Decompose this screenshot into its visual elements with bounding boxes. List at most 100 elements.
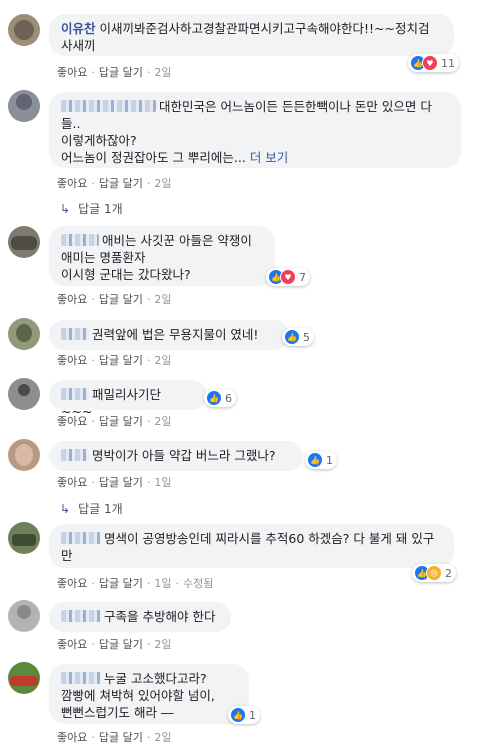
- timestamp[interactable]: 2일: [154, 638, 171, 651]
- reaction-count: 1: [249, 708, 256, 722]
- view-replies-link[interactable]: ↳ 답글 1개: [60, 500, 123, 517]
- comment-text-line: 누굴 고소했다고라?: [104, 671, 207, 686]
- reaction-count: 5: [303, 330, 310, 344]
- avatar[interactable]: [8, 14, 40, 46]
- comment-text-line: 이시형 군대는 갔다왔나?: [61, 267, 191, 282]
- like-reaction-icon: 👍: [307, 452, 323, 468]
- comment-text: 명색이 공영방송인데 찌라시를 추적60 하겠슴? 다 불게 돼 있구만: [61, 531, 435, 563]
- reaction-count: 6: [225, 391, 232, 405]
- like-link[interactable]: 좋아요: [57, 177, 87, 190]
- comment-actions: 좋아요 · 답글 달기 · 2일: [57, 731, 172, 744]
- like-link[interactable]: 좋아요: [57, 66, 87, 79]
- comment-text: 이새끼봐준검사하고경찰관파면시키고구속해야한다!!~~정치검사새끼: [61, 21, 430, 53]
- blurred-author-name[interactable]: [61, 100, 156, 112]
- blurred-author-name[interactable]: [61, 388, 89, 400]
- avatar[interactable]: [8, 439, 40, 471]
- like-link[interactable]: 좋아요: [57, 731, 87, 744]
- comment-actions: 좋아요 · 답글 달기 · 1일 · 수정됨: [57, 577, 214, 590]
- comment-text-line: 깜빵에 쳐박혀 있어야할 넘이,: [61, 688, 215, 703]
- comment-text-line: 애비는 사깃꾼 아들은 약쟁이: [102, 233, 252, 248]
- timestamp[interactable]: 2일: [154, 293, 171, 306]
- blurred-author-name[interactable]: [61, 672, 101, 684]
- reply-link[interactable]: 답글 달기: [99, 476, 143, 489]
- comment-text-line: 애미는 명품환자: [61, 250, 146, 265]
- reaction-count: 7: [299, 270, 306, 284]
- comment-actions: 좋아요 · 답글 달기 · 2일: [57, 415, 172, 428]
- reply-link[interactable]: 답글 달기: [99, 415, 143, 428]
- like-link[interactable]: 좋아요: [57, 415, 87, 428]
- blurred-author-name[interactable]: [61, 449, 89, 461]
- timestamp[interactable]: 2일: [154, 415, 171, 428]
- reaction-summary[interactable]: 👍 6: [204, 389, 236, 407]
- comment-actions: 좋아요 · 답글 달기 · 2일: [57, 66, 172, 79]
- comment-bubble: 이유찬 이새끼봐준검사하고경찰관파면시키고구속해야한다!!~~정치검사새끼: [49, 14, 454, 56]
- comment-bubble: 누굴 고소했다고라? 깜빵에 쳐박혀 있어야할 넘이, 뻔뻔스럽기도 해라 ―: [49, 664, 249, 724]
- comment-bubble: 명박이가 아들 약갑 버느라 그랬나?: [49, 441, 303, 471]
- like-link[interactable]: 좋아요: [57, 293, 87, 306]
- avatar[interactable]: [8, 662, 40, 694]
- avatar[interactable]: [8, 378, 40, 410]
- like-link[interactable]: 좋아요: [57, 476, 87, 489]
- reply-link[interactable]: 답글 달기: [99, 177, 143, 190]
- like-reaction-icon: 👍: [284, 329, 300, 345]
- comment-text: 권력앞에 법은 무용지물이 였네!: [92, 327, 259, 342]
- reaction-count: 2: [445, 566, 452, 580]
- reaction-summary[interactable]: 👍 1: [305, 451, 337, 469]
- like-link[interactable]: 좋아요: [57, 638, 87, 651]
- avatar[interactable]: [8, 522, 40, 554]
- reply-arrow-icon: ↳: [60, 202, 71, 216]
- timestamp[interactable]: 1일: [154, 577, 171, 590]
- like-link[interactable]: 좋아요: [57, 354, 87, 367]
- like-reaction-icon: 👍: [206, 390, 222, 406]
- reply-count: 답글 1개: [78, 502, 123, 516]
- blurred-author-name[interactable]: [61, 610, 101, 622]
- timestamp[interactable]: 2일: [154, 731, 171, 744]
- reply-link[interactable]: 답글 달기: [99, 354, 143, 367]
- comment-text: 구족을 추방해야 한다: [104, 609, 216, 624]
- reply-link[interactable]: 답글 달기: [99, 638, 143, 651]
- comment-actions: 좋아요 · 답글 달기 · 2일: [57, 293, 172, 306]
- love-reaction-icon: ♥: [280, 269, 296, 285]
- blurred-author-name[interactable]: [61, 234, 99, 246]
- comment-text-line: 이렇게하잖아?: [61, 133, 137, 148]
- see-more-link[interactable]: 더 보기: [250, 150, 288, 165]
- comment-actions: 좋아요 · 답글 달기 · 1일: [57, 476, 172, 489]
- blurred-author-name[interactable]: [61, 328, 89, 340]
- edited-label[interactable]: 수정됨: [183, 577, 213, 590]
- comment-bubble: 대한민국은 어느놈이든 든든한빽이나 돈만 있으면 다들.. 이렇게하잖아? 어…: [49, 92, 461, 168]
- reply-link[interactable]: 답글 달기: [99, 577, 143, 590]
- timestamp[interactable]: 2일: [154, 354, 171, 367]
- comment-actions: 좋아요 · 답글 달기 · 2일: [57, 354, 172, 367]
- reply-arrow-icon: ↳: [60, 502, 71, 516]
- sad-reaction-icon: 😢: [426, 565, 442, 581]
- avatar[interactable]: [8, 318, 40, 350]
- comment-bubble: 명색이 공영방송인데 찌라시를 추적60 하겠슴? 다 불게 돼 있구만: [49, 524, 454, 568]
- reply-link[interactable]: 답글 달기: [99, 731, 143, 744]
- comment-author[interactable]: 이유찬: [61, 21, 96, 36]
- timestamp[interactable]: 2일: [154, 66, 171, 79]
- comment-bubble: 권력앞에 법은 무용지물이 였네!: [49, 320, 289, 350]
- like-link[interactable]: 좋아요: [57, 577, 87, 590]
- avatar[interactable]: [8, 600, 40, 632]
- reply-count: 답글 1개: [78, 202, 123, 216]
- timestamp[interactable]: 1일: [154, 476, 171, 489]
- comment-text-line: 뻔뻔스럽기도 해라 ―: [61, 705, 174, 720]
- reply-link[interactable]: 답글 달기: [99, 66, 143, 79]
- reaction-summary[interactable]: 👍 1: [228, 706, 260, 724]
- reaction-count: 1: [326, 453, 333, 467]
- reaction-count: 11: [441, 56, 455, 70]
- like-reaction-icon: 👍: [230, 707, 246, 723]
- avatar[interactable]: [8, 226, 40, 258]
- reaction-summary[interactable]: 👍 ♥ 11: [408, 54, 459, 72]
- comment-bubble: 구족을 추방해야 한다: [49, 602, 231, 632]
- avatar[interactable]: [8, 90, 40, 122]
- reply-link[interactable]: 답글 달기: [99, 293, 143, 306]
- comment-text: 명박이가 아들 약갑 버느라 그랬나?: [92, 448, 276, 463]
- timestamp[interactable]: 2일: [154, 177, 171, 190]
- comment-actions: 좋아요 · 답글 달기 · 2일: [57, 177, 172, 190]
- reaction-summary[interactable]: 👍 😢 2: [412, 564, 456, 582]
- reaction-summary[interactable]: 👍 ♥ 7: [266, 268, 310, 286]
- view-replies-link[interactable]: ↳ 답글 1개: [60, 200, 123, 217]
- reaction-summary[interactable]: 👍 5: [282, 328, 314, 346]
- blurred-author-name[interactable]: [61, 532, 101, 544]
